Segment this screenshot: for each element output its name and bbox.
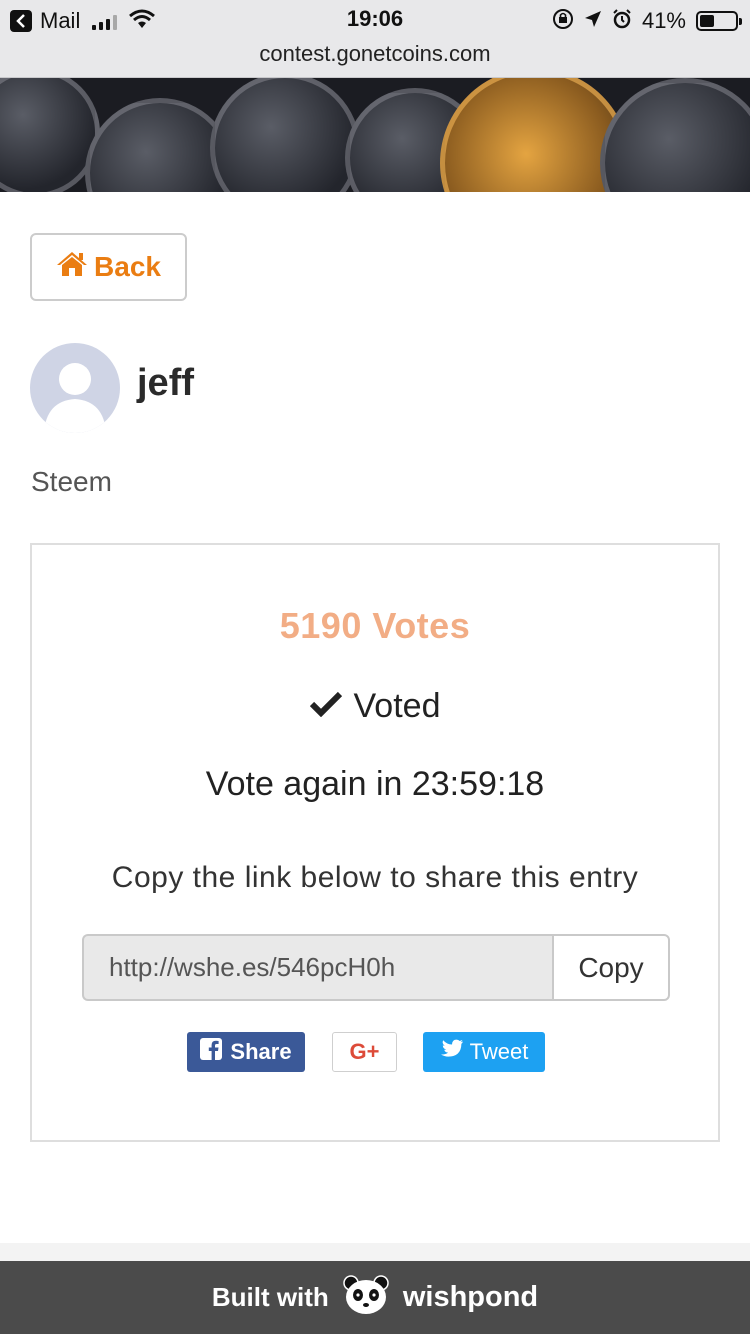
alarm-icon xyxy=(612,8,632,34)
hero-banner-image xyxy=(0,78,750,192)
browser-url-bar[interactable]: contest.gonetcoins.com xyxy=(0,40,750,78)
copy-link-button[interactable]: Copy xyxy=(552,934,670,1001)
back-button-label: Back xyxy=(94,251,161,282)
share-link-field[interactable] xyxy=(82,934,554,1001)
facebook-icon xyxy=(200,1038,223,1066)
tweet-label: Tweet xyxy=(469,1039,529,1064)
avatar xyxy=(30,343,120,433)
facebook-share-button[interactable]: Share xyxy=(187,1032,305,1072)
facebook-share-label: Share xyxy=(230,1039,292,1064)
battery-icon xyxy=(696,11,742,31)
coin-graphic xyxy=(210,78,360,192)
checkmark-icon xyxy=(309,687,342,726)
vote-again-countdown: Vote again in 23:59:18 xyxy=(205,765,545,803)
vote-card: 5190 Votes Voted Vote again in 23:59:18 … xyxy=(30,543,720,1142)
google-plus-share-button[interactable]: G+ xyxy=(332,1032,397,1072)
home-icon xyxy=(56,251,88,284)
voted-status: Voted xyxy=(32,687,718,726)
back-button[interactable]: Back xyxy=(30,233,187,301)
social-share-row: Share G+ Tweet xyxy=(32,1032,718,1072)
footer-spacer xyxy=(0,1243,750,1261)
entry-description: Steem xyxy=(31,466,112,497)
votes-count: 5190 Votes xyxy=(279,605,471,646)
twitter-bird-icon xyxy=(440,1039,464,1065)
google-plus-label: G+ xyxy=(349,1039,380,1064)
status-right: 41% xyxy=(552,7,742,35)
twitter-tweet-button[interactable]: Tweet xyxy=(423,1032,545,1072)
footer[interactable]: Built with wishpond xyxy=(0,1261,750,1334)
share-hint-text: Copy the link below to share this entry xyxy=(111,861,639,894)
wishpond-brand[interactable]: wishpond xyxy=(403,1281,538,1314)
coin-graphic xyxy=(600,78,750,192)
status-bar: Mail 19:06 41% xyxy=(0,0,750,40)
entry-name: jeff xyxy=(137,362,194,404)
battery-tip xyxy=(739,18,742,25)
voted-label: Voted xyxy=(353,687,441,725)
battery-percentage: 41% xyxy=(641,8,686,33)
orientation-lock-icon xyxy=(552,8,574,35)
built-with-text: Built with xyxy=(211,1282,329,1312)
battery-level-fill xyxy=(700,15,714,27)
panda-logo-icon xyxy=(343,1275,389,1320)
location-arrow-icon xyxy=(584,10,602,33)
